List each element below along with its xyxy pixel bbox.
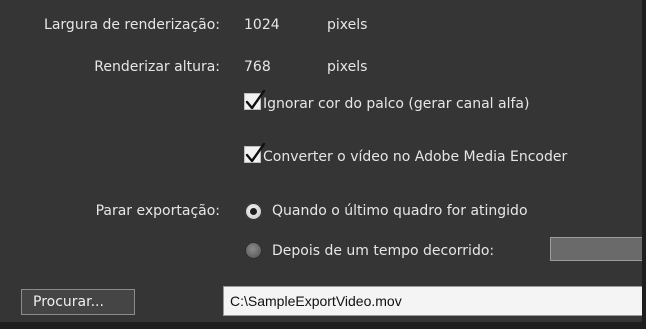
output-path-field[interactable]: C:\SampleExportVideo.mov [223, 286, 646, 316]
stop-export-label: Parar exportação: [95, 203, 220, 219]
render-width-unit: pixels [327, 17, 368, 33]
render-height-value[interactable]: 768 [244, 59, 271, 75]
radio-elapsed-time-label[interactable]: Depois de um tempo decorrido: [272, 243, 494, 259]
panel-border-right [642, 0, 646, 329]
export-settings-panel: Largura de renderização: 1024 pixels Ren… [0, 0, 646, 329]
elapsed-time-input[interactable] [550, 237, 646, 261]
browse-button[interactable]: Procurar... [21, 289, 135, 315]
render-width-value[interactable]: 1024 [244, 17, 280, 33]
convert-video-label[interactable]: Converter o vídeo no Adobe Media Encoder [263, 149, 567, 165]
render-width-label: Largura de renderização: [44, 17, 220, 33]
radio-last-frame-label[interactable]: Quando o último quadro for atingido [272, 203, 528, 219]
ignore-stage-color-label[interactable]: Ignorar cor do palco (gerar canal alfa) [263, 96, 529, 112]
radio-elapsed-time[interactable] [245, 242, 262, 259]
render-height-label: Renderizar altura: [94, 59, 220, 75]
radio-last-frame[interactable] [245, 203, 262, 220]
panel-border-bottom [0, 322, 646, 329]
convert-video-checkbox[interactable] [244, 142, 266, 163]
ignore-stage-color-checkbox[interactable] [244, 89, 266, 110]
render-height-unit: pixels [327, 59, 368, 75]
